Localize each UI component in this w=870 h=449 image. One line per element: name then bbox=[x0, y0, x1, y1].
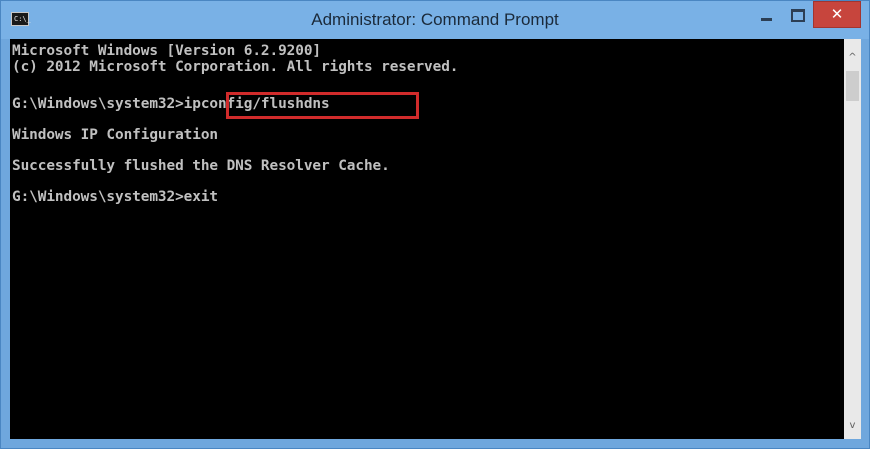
highlight-box bbox=[226, 92, 419, 119]
scroll-up-icon[interactable]: ^ bbox=[844, 49, 861, 66]
scroll-down-icon[interactable]: v bbox=[844, 417, 861, 434]
console-line: G:\Windows\system32>exit bbox=[12, 189, 219, 205]
console-line: Windows IP Configuration bbox=[12, 127, 219, 143]
close-icon: ✕ bbox=[830, 5, 844, 23]
console-output[interactable]: Microsoft Windows [Version 6.2.9200] (c)… bbox=[10, 39, 844, 439]
scrollbar-thumb[interactable] bbox=[846, 71, 859, 101]
close-button[interactable]: ✕ bbox=[813, 1, 861, 28]
minimize-icon bbox=[760, 17, 772, 21]
console-line: Microsoft Windows [Version 6.2.9200] bbox=[12, 43, 322, 59]
console-line: (c) 2012 Microsoft Corporation. All righ… bbox=[12, 59, 459, 75]
maximize-icon bbox=[791, 8, 805, 22]
vertical-scrollbar[interactable]: ^ v bbox=[844, 39, 861, 439]
title-bar[interactable]: C:\_ Administrator: Command Prompt ✕ bbox=[1, 1, 869, 39]
command-prompt-window: C:\_ Administrator: Command Prompt ✕ Mic… bbox=[0, 0, 870, 449]
window-title: Administrator: Command Prompt bbox=[311, 10, 559, 29]
maximize-button[interactable] bbox=[783, 2, 813, 28]
minimize-button[interactable] bbox=[750, 2, 782, 28]
console-line: Successfully flushed the DNS Resolver Ca… bbox=[12, 158, 390, 174]
